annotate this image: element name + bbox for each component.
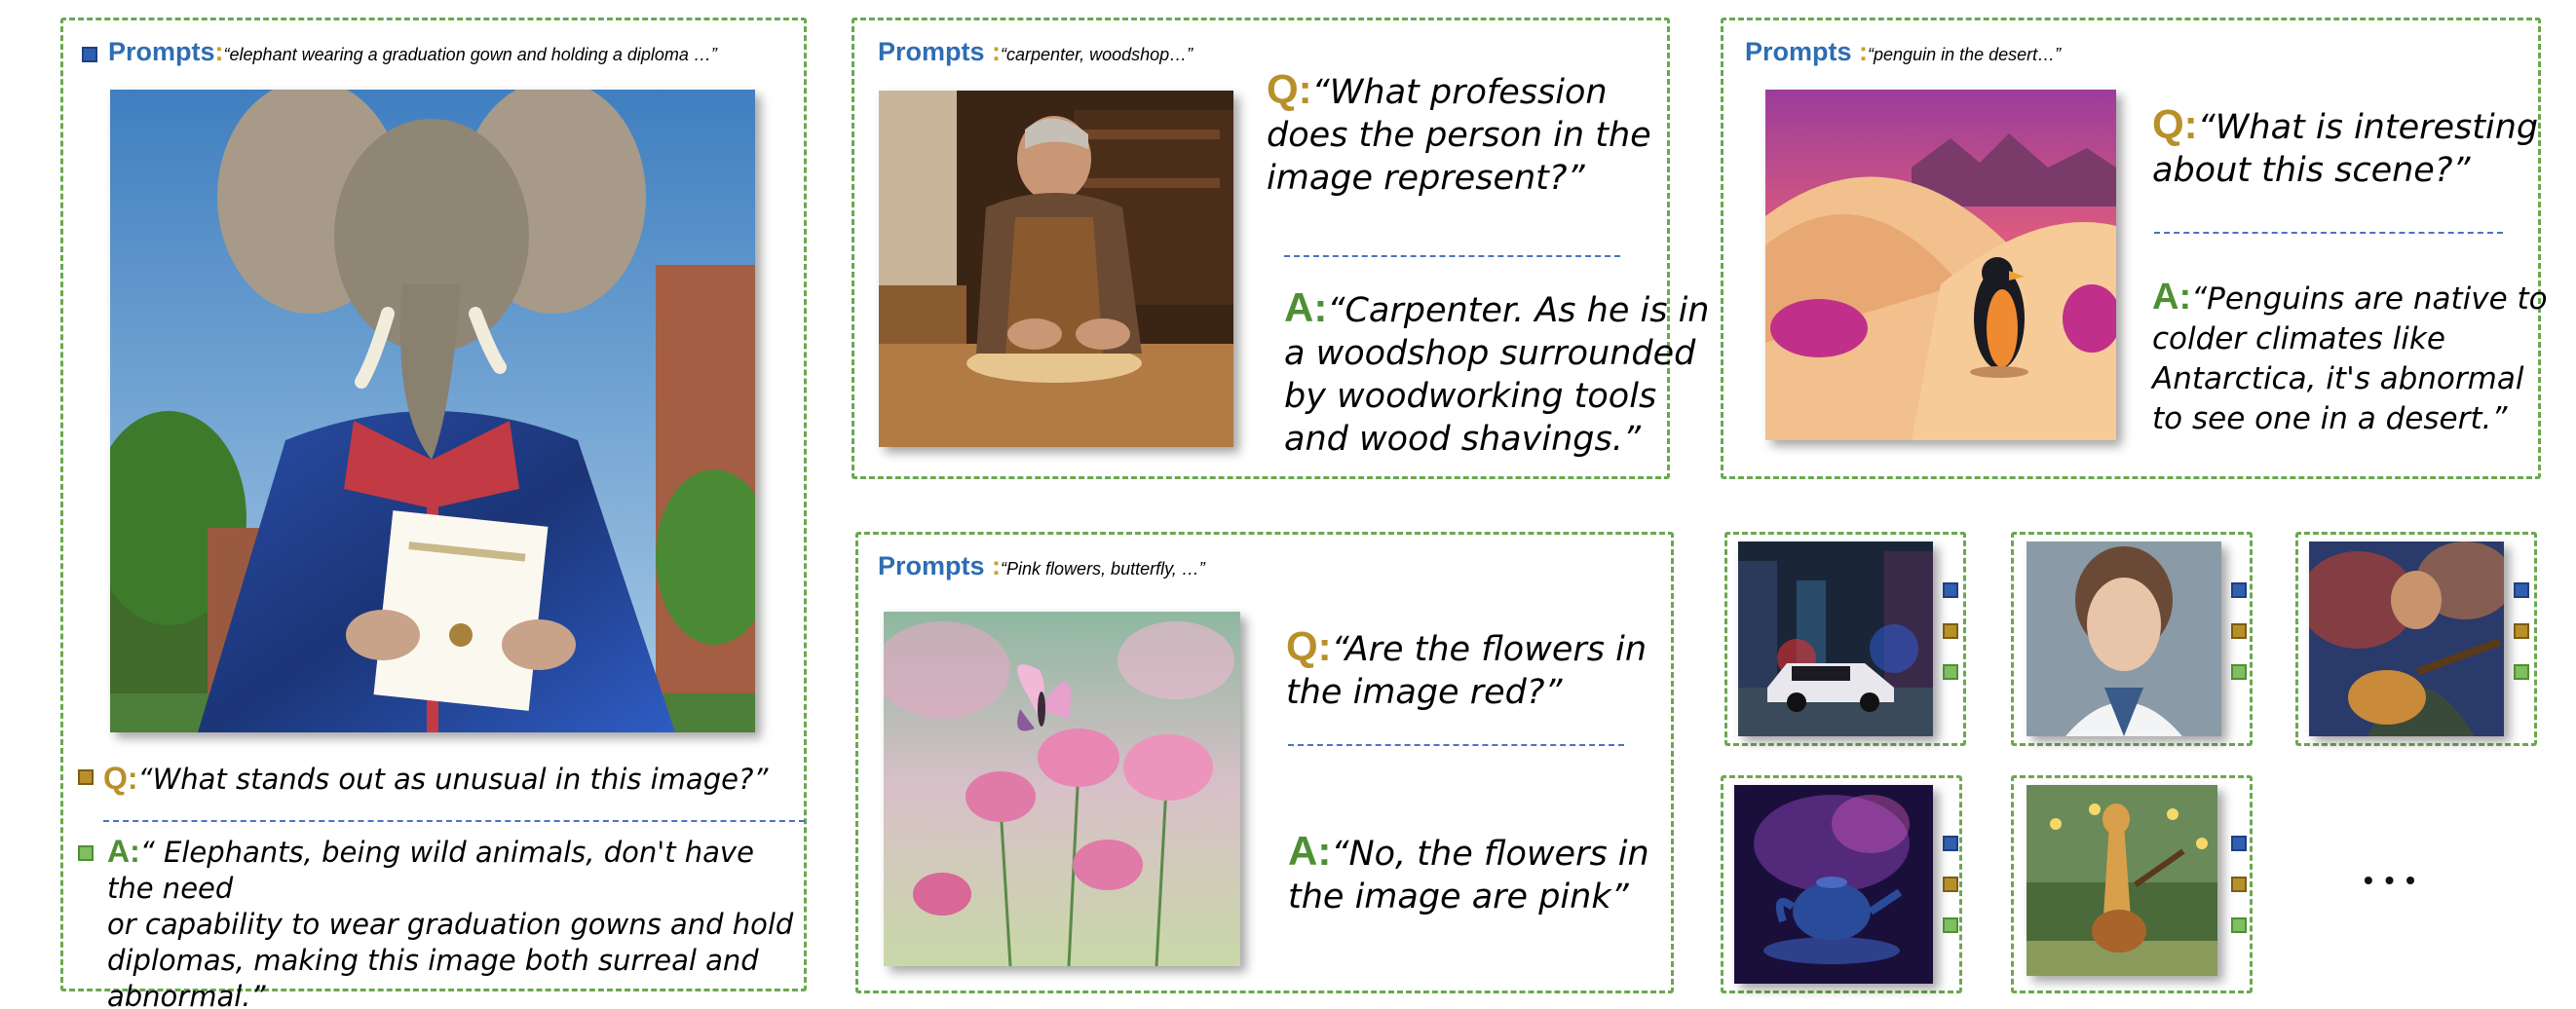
answer-line: abnormal.” [107,980,266,1009]
prompt-colon: : [1851,37,1869,66]
thumb-question-marker-icon [1943,877,1958,892]
answer-line: a woodshop surrounded [1284,334,1696,373]
prompt-line-flowers: Prompts :“Pink flowers, butterfly, …” [878,551,1205,581]
cosmic-teapot-thumbnail [1734,785,1933,984]
answer-line: “ Elephants, being wild animals, don't h… [107,836,754,905]
question-line: the image red?” [1286,673,1563,712]
answer-carpenter: A:“Carpenter. As he is in a woodshop sur… [1284,284,1710,461]
pink-flowers-butterfly-image [884,612,1240,966]
prompt-label: Prompts [108,37,215,66]
answer-line: diplomas, making this image both surreal… [107,944,759,977]
penguin-desert-image [1765,90,2116,440]
thumb-question-marker-icon [2514,623,2529,639]
prompt-marker-icon [82,47,97,62]
prompt-text: “Pink flowers, butterfly, …” [1001,559,1205,579]
prompt-line-carpenter: Prompts :“carpenter, woodshop…” [878,37,1193,67]
question-marker-icon [78,769,94,785]
question-line: about this scene?” [2152,151,2471,190]
answer-label: A: [1288,828,1332,874]
answer-line: or capability to wear graduation gowns a… [107,908,794,941]
question-flowers: Q:“Are the flowers in the image red?” [1286,623,1647,714]
elephant-graduate-image [110,90,755,732]
thumb-answer-marker-icon [1943,664,1958,680]
answer-marker-icon [78,845,94,861]
thumb-prompt-marker-icon [2231,836,2247,851]
thumb-answer-marker-icon [1943,917,1958,933]
answer-line: “Carpenter. As he is in [1327,291,1710,330]
thumb-prompt-marker-icon [1943,582,1958,598]
answer-penguin: A:“Penguins are native to colder climate… [2152,277,2548,439]
qa-separator [2154,232,2503,234]
prompt-colon: : [214,37,224,66]
question-line: does the person in the [1267,116,1651,155]
prompt-line-penguin: Prompts :“penguin in the desert…” [1745,37,2061,67]
answer-flowers: A:“No, the flowers in the image are pink… [1288,828,1649,918]
answer-line: “Penguins are native to [2191,281,2548,317]
question-text: “What stands out as unusual in this imag… [137,763,769,796]
answer-elephant: A:“ Elephants, being wild animals, don't… [107,834,809,1009]
answer-line: “No, the flowers in [1331,835,1649,874]
prompt-label: Prompts [878,551,985,580]
prompt-line-elephant: Prompts:“elephant wearing a graduation g… [108,37,717,67]
giraffe-guitar-thumbnail [2027,785,2217,976]
answer-line: Antarctica, it's abnormal [2152,361,2524,396]
doctor-portrait-thumbnail [2027,542,2221,736]
answer-line: and wood shavings.” [1284,420,1641,459]
question-carpenter: Q:“What profession does the person in th… [1267,66,1651,200]
police-car-thumbnail [1738,542,1933,736]
question-line: image represent?” [1267,159,1585,198]
thumb-question-marker-icon [2231,877,2247,892]
question-line: “What is interesting [2197,108,2539,147]
question-label: Q: [1267,66,1312,112]
guitarist-thumbnail [2309,542,2504,736]
qa-separator [1284,255,1620,257]
qa-separator [1288,744,1624,746]
thumb-question-marker-icon [2231,623,2247,639]
answer-line: to see one in a desert.” [2152,401,2508,436]
prompt-colon: : [984,37,1002,66]
thumb-prompt-marker-icon [1943,836,1958,851]
answer-label: A: [107,834,140,869]
thumb-answer-marker-icon [2231,917,2247,933]
prompt-text: “penguin in the desert…” [1868,45,2062,64]
question-line: “Are the flowers in [1331,630,1648,669]
question-penguin: Q:“What is interesting about this scene?… [2152,101,2538,192]
answer-line: the image are pink” [1288,878,1629,916]
question-label: Q: [1286,623,1332,669]
carpenter-image [879,91,1233,447]
answer-line: colder climates like [2152,321,2445,356]
thumb-question-marker-icon [1943,623,1958,639]
thumb-answer-marker-icon [2231,664,2247,680]
prompt-text: “carpenter, woodshop…” [1001,45,1193,64]
qa-separator [103,820,805,822]
answer-label: A: [1284,284,1328,330]
thumb-answer-marker-icon [2514,664,2529,680]
prompt-colon: : [984,551,1002,580]
question-elephant: Q:“What stands out as unusual in this im… [103,758,768,801]
prompt-label: Prompts [878,37,985,66]
thumb-prompt-marker-icon [2231,582,2247,598]
prompt-label: Prompts [1745,37,1852,66]
question-label: Q: [103,761,138,796]
answer-label: A: [2152,277,2192,318]
question-label: Q: [2152,101,2198,147]
more-ellipsis: • • • [2364,865,2417,895]
prompt-text: “elephant wearing a graduation gown and … [223,45,717,64]
thumb-prompt-marker-icon [2514,582,2529,598]
question-line: “What profession [1311,73,1608,112]
answer-line: by woodworking tools [1284,377,1657,416]
